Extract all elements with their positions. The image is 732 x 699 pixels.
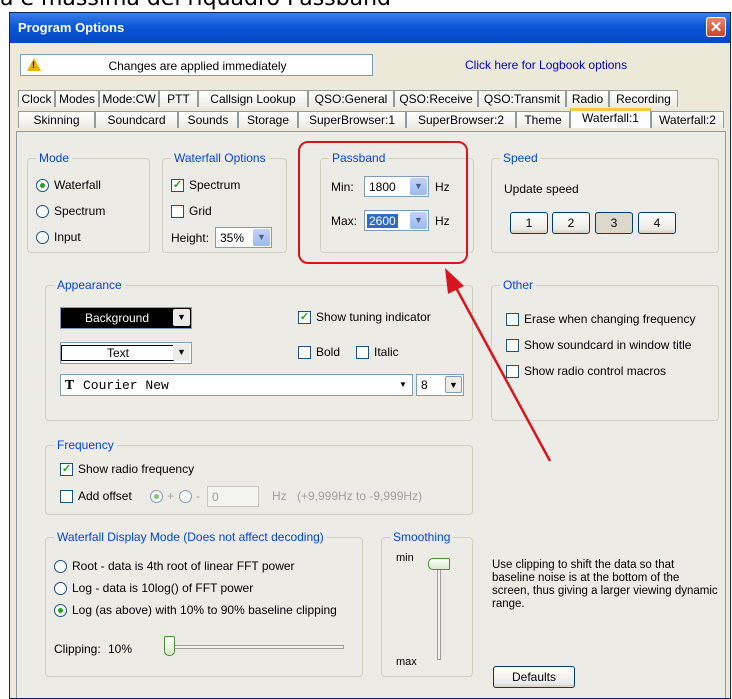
annotation-arrow xyxy=(445,268,552,462)
